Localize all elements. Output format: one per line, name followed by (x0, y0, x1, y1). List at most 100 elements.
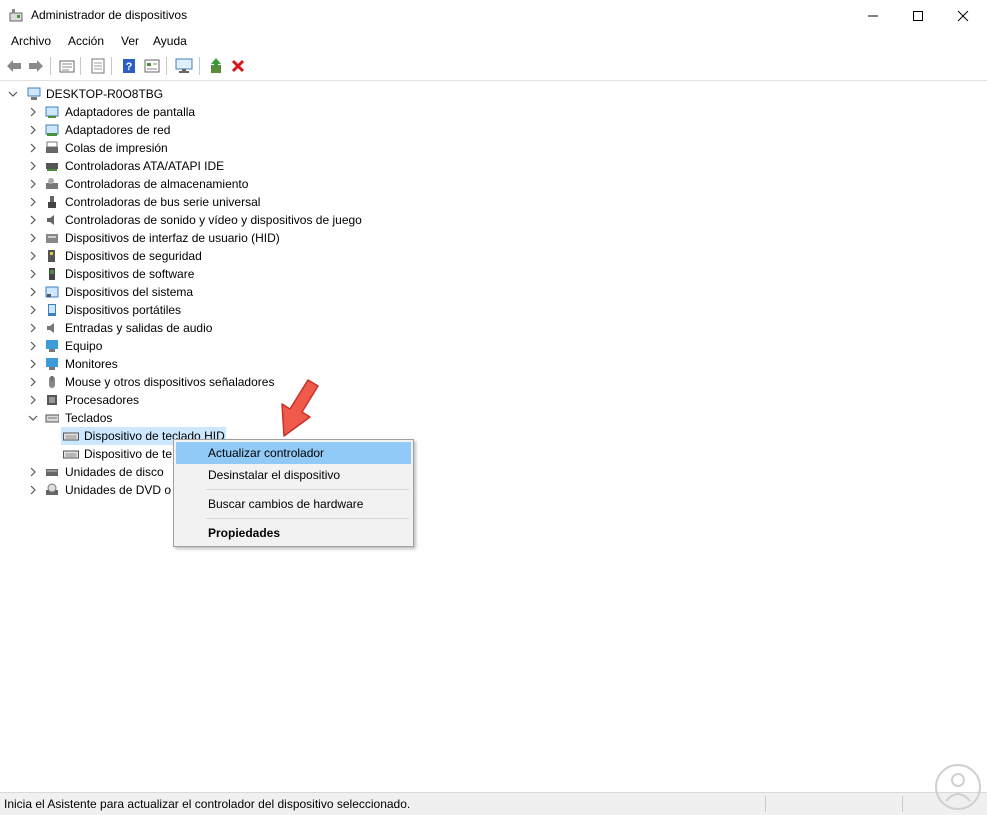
menu-item-label: Propiedades (208, 526, 281, 540)
tree-category-row[interactable]: Equipo (0, 337, 600, 355)
tree-category-row[interactable]: Colas de impresión (0, 139, 600, 157)
tree-category-row[interactable]: Dispositivos del sistema (0, 283, 600, 301)
tree-category-label: Procesadores (65, 393, 140, 407)
chevron-right-icon[interactable] (28, 211, 38, 229)
chevron-right-icon[interactable] (28, 301, 38, 319)
menu-separator (206, 518, 409, 519)
chevron-right-icon[interactable] (28, 229, 38, 247)
computer-icon (46, 340, 58, 352)
menu-item-update-driver[interactable]: Actualizar controlador (176, 442, 411, 464)
menu-item-uninstall-device[interactable]: Desinstalar el dispositivo (176, 464, 411, 486)
tree-category-row[interactable]: Dispositivos de seguridad (0, 247, 600, 265)
chevron-right-icon[interactable] (28, 373, 38, 391)
chevron-right-icon[interactable] (28, 283, 38, 301)
tree-category-label: Controladoras de bus serie universal (65, 195, 261, 209)
tree-category-label: Unidades de disco (65, 465, 164, 479)
view-properties-button[interactable] (58, 57, 76, 75)
tree-category-label: Controladoras ATA/ATAPI IDE (65, 159, 225, 173)
chevron-right-icon[interactable] (28, 355, 38, 373)
monitor-icon (46, 358, 58, 370)
chevron-down-icon[interactable] (28, 409, 38, 427)
help-button[interactable]: ? (120, 57, 138, 75)
chevron-right-icon[interactable] (28, 175, 38, 193)
chevron-right-icon[interactable] (28, 247, 38, 265)
tree-category-row[interactable]: Controladoras de almacenamiento (0, 175, 600, 193)
tree-category-row[interactable]: Dispositivos de software (0, 265, 600, 283)
menu-bar: Archivo Acción Ver Ayuda (0, 31, 987, 51)
tree-category-label: Controladoras de sonido y vídeo y dispos… (65, 213, 362, 227)
tree-category-label: Entradas y salidas de audio (65, 321, 213, 335)
show-hidden-button[interactable] (89, 57, 107, 75)
close-button[interactable] (940, 0, 986, 31)
tree-category-label: Adaptadores de pantalla (65, 105, 196, 119)
hid-icon (46, 234, 58, 243)
processor-icon (47, 395, 57, 405)
tree-category-row[interactable]: Controladoras de bus serie universal (0, 193, 600, 211)
grid-view-button[interactable] (143, 57, 161, 75)
speaker-icon (47, 215, 54, 225)
chevron-right-icon[interactable] (28, 265, 38, 283)
tree-category-label: Colas de impresión (65, 141, 168, 155)
toolbar-separator (166, 57, 167, 75)
chevron-right-icon[interactable] (28, 157, 38, 175)
chevron-down-icon[interactable] (8, 85, 18, 103)
tree-device-label: Dispositivo de te (84, 447, 173, 461)
scan-hardware-button[interactable] (175, 57, 193, 75)
menu-item-properties[interactable]: Propiedades (176, 522, 411, 544)
chevron-right-icon[interactable] (28, 103, 38, 121)
mouse-icon (49, 376, 55, 388)
uninstall-button[interactable] (229, 57, 247, 75)
menu-item-label: Desinstalar el dispositivo (208, 468, 341, 482)
back-button[interactable] (5, 57, 23, 75)
display-adapter-icon (45, 106, 59, 118)
chevron-right-icon[interactable] (28, 337, 38, 355)
tree-category-label: Unidades de DVD o C (65, 483, 184, 497)
tree-category-label: Controladoras de almacenamiento (65, 177, 249, 191)
menu-item-scan-hardware[interactable]: Buscar cambios de hardware (176, 493, 411, 515)
tree-category-row[interactable]: Dispositivos portátiles (0, 301, 600, 319)
network-adapter-icon (45, 124, 59, 136)
usb-icon (48, 196, 56, 208)
chevron-right-icon[interactable] (28, 121, 38, 139)
tree-root[interactable]: DESKTOP-R0O8TBG (0, 85, 400, 103)
toolbar-separator (111, 57, 112, 75)
chevron-right-icon[interactable] (28, 391, 38, 409)
chevron-right-icon[interactable] (28, 139, 38, 157)
minimize-button[interactable] (850, 0, 896, 31)
svg-text:?: ? (126, 61, 133, 73)
tree-category-row[interactable]: Adaptadores de red (0, 121, 600, 139)
tree-category-row[interactable]: Adaptadores de pantalla (0, 103, 600, 121)
show-hidden-icon (91, 58, 105, 74)
menu-accion[interactable]: Acción (68, 34, 104, 48)
monitor-scan-icon (175, 58, 193, 73)
menu-ayuda[interactable]: Ayuda (153, 34, 187, 48)
tree-category-row[interactable]: Dispositivos de interfaz de usuario (HID… (0, 229, 600, 247)
chevron-right-icon[interactable] (28, 319, 38, 337)
forward-button[interactable] (27, 57, 45, 75)
toolbar: ? (0, 53, 987, 81)
back-arrow-icon (7, 60, 21, 72)
update-driver-icon (211, 58, 221, 73)
tree-category-row[interactable]: Monitores (0, 355, 600, 373)
status-text: Inicia el Asistente para actualizar el c… (4, 797, 411, 811)
annotation-arrow-icon (281, 379, 319, 437)
chevron-right-icon[interactable] (28, 193, 38, 211)
chevron-right-icon[interactable] (28, 481, 38, 499)
keyboard-device-icon (63, 450, 79, 459)
tree-category-row[interactable]: Controladoras ATA/ATAPI IDE (0, 157, 600, 175)
maximize-button[interactable] (895, 0, 941, 31)
security-key-icon (48, 250, 55, 262)
tree-category-row[interactable]: Entradas y salidas de audio (0, 319, 600, 337)
grid-view-icon (144, 59, 160, 73)
menu-archivo[interactable]: Archivo (11, 34, 51, 48)
tree-category-label: Dispositivos de software (65, 267, 195, 281)
tree-category-label: Equipo (65, 339, 103, 353)
system-device-icon (45, 286, 59, 298)
software-device-icon (49, 268, 55, 280)
menu-ver[interactable]: Ver (121, 34, 139, 48)
tree-category-label: Dispositivos del sistema (65, 285, 194, 299)
device-tree: DESKTOP-R0O8TBG Adaptadores de pantalla A… (0, 81, 987, 791)
tree-category-row[interactable]: Controladoras de sonido y vídeo y dispos… (0, 211, 600, 229)
chevron-right-icon[interactable] (28, 463, 38, 481)
update-driver-button[interactable] (207, 57, 225, 75)
